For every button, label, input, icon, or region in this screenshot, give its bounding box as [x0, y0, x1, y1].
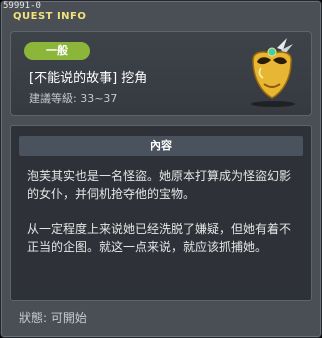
- quest-status: 狀態: 可開始: [19, 311, 87, 325]
- content-header: 內容: [19, 136, 303, 156]
- quest-category-badge: 一般: [24, 42, 90, 60]
- quest-header-panel: 一般 [不能说的故事] 挖角 建議等級: 33~37: [10, 31, 312, 116]
- quest-level: 建議等級: 33~37: [29, 92, 118, 105]
- content-paragraph-1: 泡芙其实也是一名怪盜。她原本打算成为怪盜幻影的女仆，并伺机抢夺他的宝物。: [27, 169, 292, 201]
- golden-mask-icon: [251, 38, 295, 107]
- quest-name: [不能说的故事] 挖角: [29, 71, 148, 86]
- content-paragraph-2: 从一定程度上来说她已经洗脱了嫌疑，但她有着不正当的企图。就这一点来说，就应该抓捕…: [27, 222, 292, 254]
- quest-content-panel: 內容 泡芙其实也是一名怪盜。她原本打算成为怪盜幻影的女仆，并伺机抢夺他的宝物。 …: [10, 125, 312, 301]
- window-title: QUEST INFO: [13, 11, 87, 22]
- quest-info-window: 59991-0 QUEST INFO 一般 [不能说的故事] 挖角 建議等級: …: [0, 0, 322, 338]
